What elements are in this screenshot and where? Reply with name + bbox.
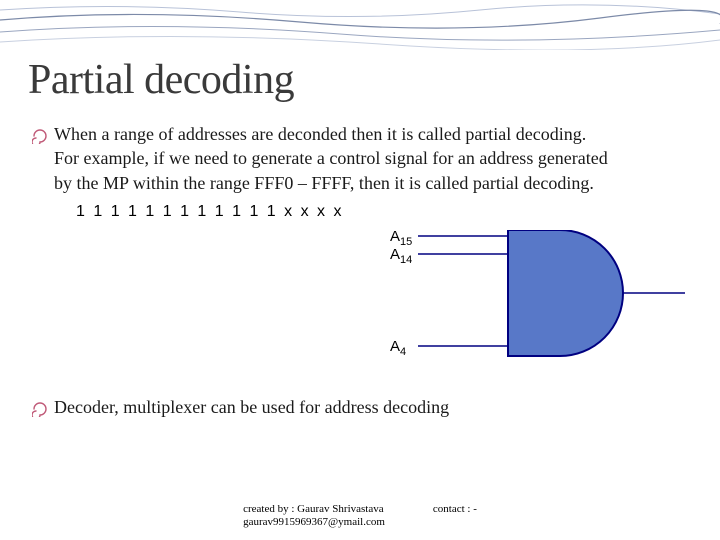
and-gate-svg: [390, 230, 690, 370]
swirl-bullet-icon: [32, 401, 48, 422]
gate-input-label-a14: A14: [390, 246, 412, 266]
swirl-bullet-icon: [32, 128, 48, 149]
bit-pattern: 1 1 1 1 1 1 1 1 1 1 1 1 x x x x: [76, 203, 692, 221]
bullet-item-1: When a range of addresses are deconded t…: [32, 122, 692, 195]
slide-footer: created by : Gaurav Shrivastava gaurav99…: [0, 503, 720, 531]
gate-input-label-a15: A15: [390, 228, 412, 248]
bullet-text-1: When a range of addresses are deconded t…: [54, 122, 614, 195]
and-gate-diagram: A15 A14 A4: [390, 230, 690, 370]
bullet-text-2: Decoder, multiplexer can be used for add…: [54, 395, 449, 419]
footer-email: gaurav9915969367@ymail.com: [243, 516, 385, 530]
gate-input-label-a4: A4: [390, 338, 406, 358]
footer-credits: created by : Gaurav Shrivastava gaurav99…: [243, 503, 385, 531]
footer-created-by: created by : Gaurav Shrivastava: [243, 503, 385, 517]
slide-title: Partial decoding: [28, 56, 692, 104]
bullet-item-2: Decoder, multiplexer can be used for add…: [32, 395, 692, 422]
footer-contact: contact : -: [433, 503, 477, 531]
slide-content: Partial decoding When a range of address…: [0, 0, 720, 540]
